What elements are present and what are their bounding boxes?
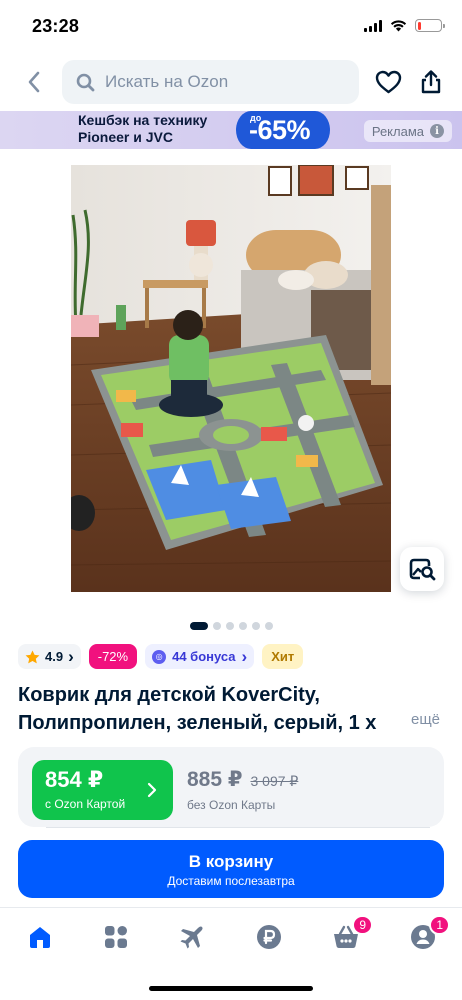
product-badges: 4.9 › -72% ◎ 44 бонуса › Хит [18, 644, 304, 669]
back-button[interactable] [20, 68, 48, 96]
chevron-right-icon: › [68, 647, 74, 666]
tab-finance[interactable] [254, 922, 284, 952]
card-price-amount: 854 ₽ [45, 767, 104, 792]
bonus-coin-icon: ◎ [152, 649, 167, 664]
add-to-cart-label: В корзину [188, 852, 274, 871]
top-header [0, 58, 462, 108]
battery-icon [415, 19, 445, 32]
star-icon [25, 650, 40, 663]
chevron-right-icon: › [241, 647, 248, 666]
battery-level [417, 21, 421, 30]
gallery-pager[interactable] [0, 622, 462, 630]
pager-dot[interactable] [238, 622, 247, 630]
chevron-left-icon [28, 71, 40, 93]
divider [46, 827, 430, 828]
tab-home[interactable] [25, 922, 55, 952]
ad-label-text: Реклама [371, 123, 424, 139]
pager-dot[interactable] [189, 622, 208, 630]
old-price: 3 097 ₽ [250, 773, 299, 789]
rating-badge[interactable]: 4.9 › [18, 644, 81, 669]
status-icons [364, 19, 445, 32]
ruble-coin-icon [257, 925, 281, 949]
search-input[interactable] [105, 72, 335, 92]
favorite-button[interactable] [374, 68, 402, 96]
visual-search-button[interactable] [400, 547, 444, 591]
delivery-label: Доставим послезавтра [167, 874, 295, 888]
pager-dot[interactable] [251, 622, 260, 630]
status-time: 23:28 [32, 16, 80, 36]
info-icon: i [430, 124, 444, 138]
image-search-icon [409, 558, 436, 581]
discount-badge: -72% [88, 644, 138, 669]
share-button[interactable] [417, 68, 445, 96]
airplane-icon [180, 926, 203, 949]
regular-price-label: без Ozon Карты [187, 798, 276, 812]
regular-price: 885 ₽ 3 097 ₽ без Ozon Карты [187, 767, 298, 812]
price-card: 854 ₽ с Ozon Картой 885 ₽ 3 097 ₽ без Ozo… [18, 747, 444, 827]
pager-dot[interactable] [225, 622, 234, 630]
product-photo-illustration [71, 165, 391, 592]
tab-catalog[interactable] [101, 922, 131, 952]
chevron-right-icon [147, 782, 157, 798]
card-price-label: с Ozon Картой [45, 797, 126, 811]
add-to-cart-button[interactable]: В корзину Доставим послезавтра [18, 840, 444, 898]
ozon-card-price[interactable]: 854 ₽ с Ozon Картой [32, 760, 173, 820]
banner-discount-badge: до -65% [236, 111, 330, 149]
home-icon [30, 927, 50, 948]
bonus-badge[interactable]: ◎ 44 бонуса › [145, 644, 255, 669]
status-bar: 23:28 [0, 0, 462, 56]
share-icon [421, 70, 441, 94]
tab-cart[interactable]: 9 [331, 915, 373, 952]
ad-label[interactable]: Реклама i [363, 120, 452, 142]
regular-price-amount: 885 ₽ [187, 768, 243, 791]
cart-count-badge: 9 [352, 915, 373, 935]
promo-banner[interactable]: Кешбэк на технику Pioneer и JVC до -65% … [0, 111, 462, 149]
product-image[interactable] [71, 165, 391, 592]
bonus-text: 44 бонуса [172, 649, 236, 664]
rating-value: 4.9 [45, 649, 64, 664]
banner-discount-value: -65% [249, 115, 311, 145]
pager-dot[interactable] [264, 622, 273, 630]
cellular-signal-icon [364, 19, 382, 32]
pager-dot[interactable] [212, 622, 221, 630]
search-bar[interactable] [62, 60, 359, 104]
tab-profile[interactable]: 1 [408, 915, 450, 952]
grid-icon [105, 926, 127, 948]
banner-line-2: Pioneer и JVC [78, 129, 173, 145]
tab-travel[interactable] [177, 922, 207, 952]
search-icon [76, 73, 95, 91]
heart-icon [375, 70, 401, 94]
hit-badge: Хит [262, 644, 304, 669]
profile-count-badge: 1 [429, 915, 450, 935]
banner-text: Кешбэк на технику Pioneer и JVC [78, 112, 207, 146]
product-title: Коврик для детской KoverCity, Полипропил… [18, 684, 377, 734]
home-indicator [149, 986, 313, 991]
title-more-link[interactable]: ещё [407, 711, 441, 728]
banner-line-1: Кешбэк на технику [78, 112, 208, 128]
wifi-icon [390, 20, 407, 32]
